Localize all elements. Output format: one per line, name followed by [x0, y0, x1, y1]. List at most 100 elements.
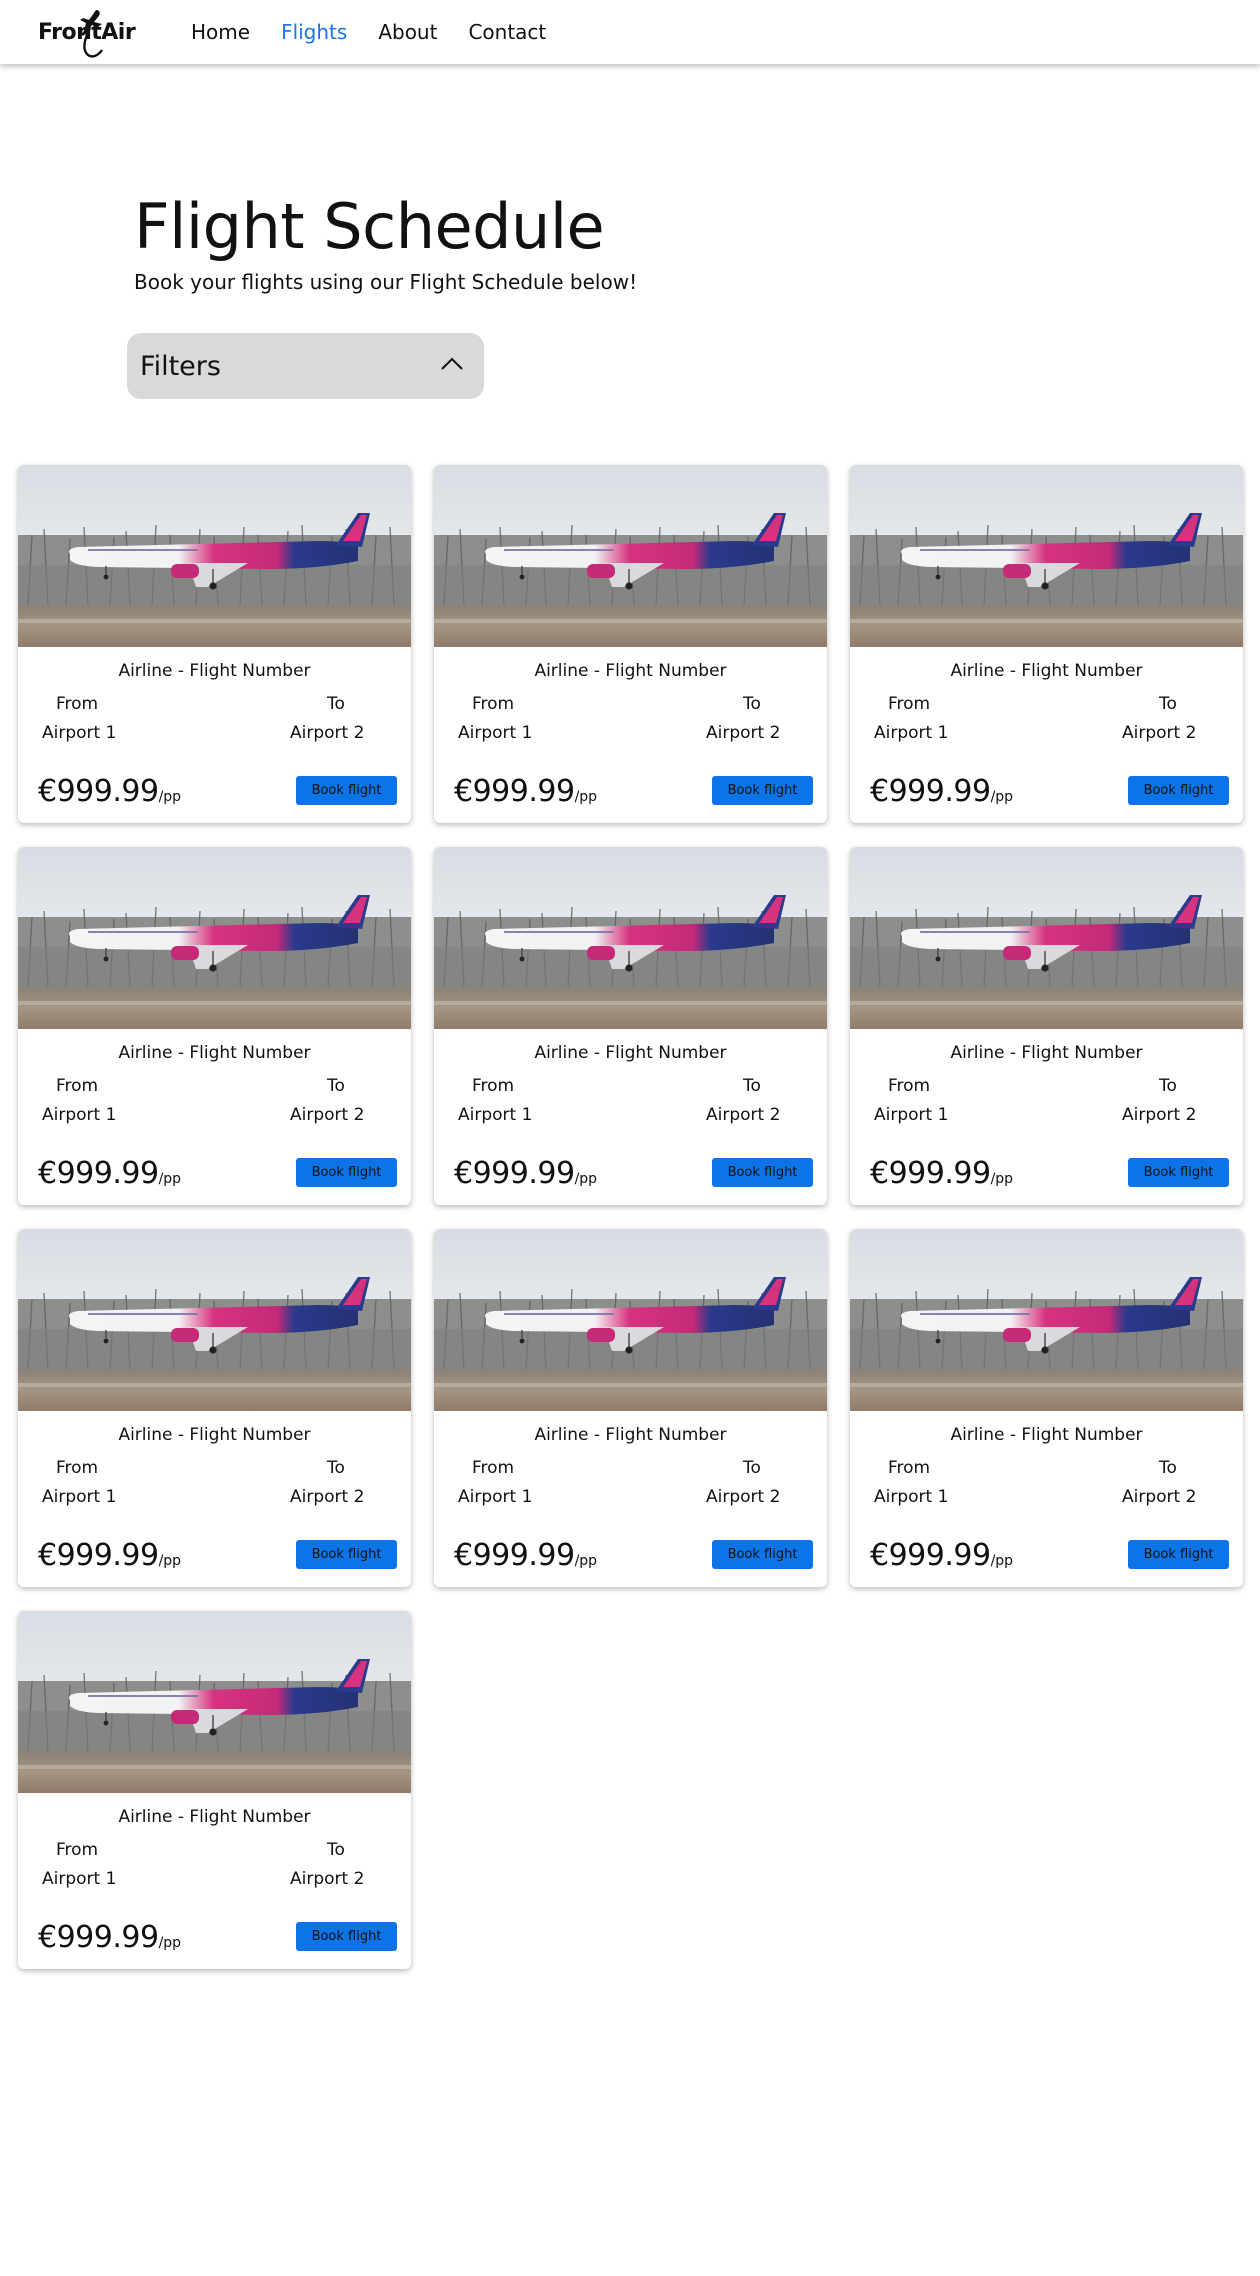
to-label: To	[743, 1458, 761, 1478]
to-label: To	[1159, 1076, 1177, 1096]
price-unit: /pp	[158, 1935, 182, 1951]
navbar: FrontAir Home Flights About Contact	[0, 0, 1260, 64]
flight-price: €999.99/pp	[454, 774, 597, 809]
flight-title: Airline - Flight Number	[534, 1425, 727, 1445]
to-airport: Airport 2	[1122, 1487, 1197, 1507]
book-flight-button[interactable]: Book flight	[1128, 1158, 1229, 1187]
from-label: From	[472, 1076, 515, 1096]
book-flight-button[interactable]: Book flight	[296, 776, 397, 805]
flight-card: Airline - Flight Number From Airport 1 T…	[434, 465, 827, 823]
flight-image	[434, 465, 827, 647]
to-airport: Airport 2	[706, 1105, 781, 1125]
flight-price: €999.99/pp	[38, 1156, 181, 1191]
flight-price: €999.99/pp	[38, 1920, 181, 1955]
flight-card: Airline - Flight Number From Airport 1 T…	[850, 465, 1243, 823]
price-amount: €999.99	[454, 774, 575, 809]
page-subtitle: Book your flights using our Flight Sched…	[134, 270, 638, 294]
book-flight-button[interactable]: Book flight	[1128, 1540, 1229, 1569]
airplane-logo-icon	[80, 10, 103, 58]
from-label: From	[56, 1076, 99, 1096]
flight-title: Airline - Flight Number	[534, 1043, 727, 1063]
book-flight-button[interactable]: Book flight	[712, 1158, 813, 1187]
flight-card: Airline - Flight Number From Airport 1 T…	[434, 1229, 827, 1587]
book-flight-button[interactable]: Book flight	[296, 1158, 397, 1187]
to-label: To	[327, 1840, 345, 1860]
from-label: From	[56, 1840, 99, 1860]
flight-image	[18, 1611, 411, 1793]
flight-price: €999.99/pp	[870, 1538, 1013, 1573]
from-airport: Airport 1	[42, 1869, 117, 1889]
nav-about-link[interactable]: About	[378, 20, 437, 44]
from-airport: Airport 1	[458, 1487, 533, 1507]
flight-price: €999.99/pp	[38, 774, 181, 809]
flight-title: Airline - Flight Number	[118, 1425, 311, 1445]
from-label: From	[888, 1458, 931, 1478]
price-unit: /pp	[158, 1553, 182, 1569]
to-label: To	[1159, 1458, 1177, 1478]
flight-title: Airline - Flight Number	[118, 1807, 311, 1827]
to-airport: Airport 2	[290, 1869, 365, 1889]
price-unit: /pp	[158, 1171, 182, 1187]
price-unit: /pp	[158, 789, 182, 805]
flight-image	[18, 847, 411, 1029]
flight-image	[18, 1229, 411, 1411]
chevron-up-icon	[441, 357, 463, 370]
price-amount: €999.99	[454, 1538, 575, 1573]
to-airport: Airport 2	[1122, 1105, 1197, 1125]
from-airport: Airport 1	[874, 1105, 949, 1125]
flight-image	[850, 465, 1243, 647]
flight-price: €999.99/pp	[870, 1156, 1013, 1191]
to-label: To	[327, 1458, 345, 1478]
nav-contact-link[interactable]: Contact	[468, 20, 546, 44]
flight-card: Airline - Flight Number From Airport 1 T…	[18, 465, 411, 823]
price-unit: /pp	[990, 1553, 1014, 1569]
flight-price: €999.99/pp	[38, 1538, 181, 1573]
book-flight-button[interactable]: Book flight	[1128, 776, 1229, 805]
book-flight-button[interactable]: Book flight	[712, 776, 813, 805]
from-label: From	[56, 694, 99, 714]
flight-card: Airline - Flight Number From Airport 1 T…	[18, 1229, 411, 1587]
to-label: To	[327, 694, 345, 714]
price-unit: /pp	[574, 789, 598, 805]
flight-title: Airline - Flight Number	[950, 1425, 1143, 1445]
to-airport: Airport 2	[290, 1487, 365, 1507]
price-amount: €999.99	[870, 774, 991, 809]
page-title: Flight Schedule	[134, 190, 605, 263]
flight-image	[434, 847, 827, 1029]
flight-card: Airline - Flight Number From Airport 1 T…	[18, 847, 411, 1205]
price-amount: €999.99	[38, 1920, 159, 1955]
to-airport: Airport 2	[706, 723, 781, 743]
book-flight-button[interactable]: Book flight	[296, 1540, 397, 1569]
price-amount: €999.99	[454, 1156, 575, 1191]
price-amount: €999.99	[38, 774, 159, 809]
logo[interactable]: FrontAir	[38, 8, 146, 58]
from-airport: Airport 1	[458, 1105, 533, 1125]
flight-title: Airline - Flight Number	[118, 1043, 311, 1063]
from-label: From	[472, 694, 515, 714]
to-label: To	[327, 1076, 345, 1096]
flight-image	[850, 1229, 1243, 1411]
flight-title: Airline - Flight Number	[950, 1043, 1143, 1063]
filters-toggle[interactable]: Filters	[127, 333, 484, 399]
from-airport: Airport 1	[874, 723, 949, 743]
to-airport: Airport 2	[1122, 723, 1197, 743]
to-airport: Airport 2	[706, 1487, 781, 1507]
price-amount: €999.99	[38, 1156, 159, 1191]
flight-image	[18, 465, 411, 647]
flight-title: Airline - Flight Number	[950, 661, 1143, 681]
nav-home-link[interactable]: Home	[191, 20, 250, 44]
from-label: From	[472, 1458, 515, 1478]
to-label: To	[743, 1076, 761, 1096]
from-airport: Airport 1	[42, 723, 117, 743]
flight-card: Airline - Flight Number From Airport 1 T…	[850, 847, 1243, 1205]
from-airport: Airport 1	[42, 1487, 117, 1507]
flight-title: Airline - Flight Number	[534, 661, 727, 681]
price-amount: €999.99	[870, 1538, 991, 1573]
from-label: From	[888, 694, 931, 714]
nav-flights-link[interactable]: Flights	[281, 20, 347, 44]
book-flight-button[interactable]: Book flight	[296, 1922, 397, 1951]
main-nav: Home Flights About Contact	[191, 20, 577, 44]
flight-card: Airline - Flight Number From Airport 1 T…	[434, 847, 827, 1205]
price-unit: /pp	[574, 1553, 598, 1569]
book-flight-button[interactable]: Book flight	[712, 1540, 813, 1569]
